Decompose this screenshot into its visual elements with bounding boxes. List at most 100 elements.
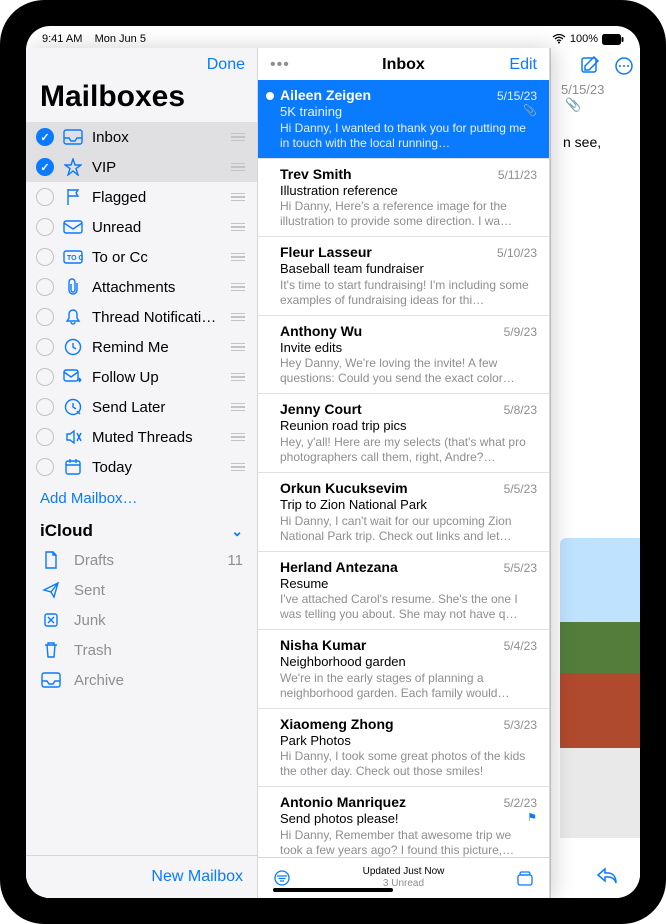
- message-row[interactable]: Anthony Wu 5/9/23 Invite edits Hey Danny…: [258, 316, 549, 395]
- reorder-handle[interactable]: [231, 191, 247, 204]
- mailbox-label: Attachments: [92, 279, 223, 296]
- edit-button[interactable]: Edit: [509, 56, 537, 74]
- message-subject: Illustration reference: [280, 183, 537, 199]
- select-circle[interactable]: [36, 368, 54, 386]
- message-sender: Orkun Kucuksevim: [280, 480, 408, 496]
- reorder-handle[interactable]: [231, 431, 247, 444]
- message-row[interactable]: Orkun Kucuksevim 5/5/23 Trip to Zion Nat…: [258, 473, 549, 552]
- attachment-icon: 📎: [523, 104, 537, 117]
- select-circle[interactable]: [36, 248, 54, 266]
- message-preview: Hi Danny, I can't wait for our upcoming …: [280, 514, 537, 544]
- add-mailbox-button[interactable]: Add Mailbox…: [26, 482, 257, 517]
- select-circle[interactable]: [36, 398, 54, 416]
- message-subject: Send photos please!: [280, 811, 537, 827]
- battery-icon: [602, 34, 624, 45]
- message-date: 5/3/23: [504, 718, 537, 732]
- folder-row-sent[interactable]: Sent: [26, 575, 257, 605]
- chevron-down-icon: ⌄: [231, 523, 243, 540]
- clock-icon: [62, 338, 84, 356]
- sendlater-icon: [62, 398, 84, 416]
- folder-row-archive[interactable]: Archive: [26, 665, 257, 695]
- status-time: 9:41 AM: [42, 33, 82, 45]
- message-date: 5/9/23: [504, 325, 537, 339]
- message-subject: Trip to Zion National Park: [280, 497, 537, 513]
- mailbox-row-flagged[interactable]: Flagged: [26, 182, 257, 212]
- mailbox-row-vip[interactable]: VIP: [26, 152, 257, 182]
- message-date: 5/15/23: [497, 89, 537, 103]
- select-circle[interactable]: [36, 338, 54, 356]
- message-row[interactable]: Fleur Lasseur 5/10/23 Baseball team fund…: [258, 237, 549, 316]
- archive-stack-icon[interactable]: [515, 869, 535, 887]
- attached-image[interactable]: [560, 538, 640, 838]
- reorder-handle[interactable]: [231, 221, 247, 234]
- compose-icon[interactable]: [580, 56, 600, 76]
- home-indicator[interactable]: [273, 888, 393, 892]
- message-row[interactable]: Jenny Court 5/8/23 Reunion road trip pic…: [258, 394, 549, 473]
- message-row[interactable]: Nisha Kumar 5/4/23 Neighborhood garden W…: [258, 630, 549, 709]
- select-circle[interactable]: [36, 308, 54, 326]
- folder-row-drafts[interactable]: Drafts 11: [26, 545, 257, 575]
- message-sender: Aileen Zeigen: [280, 87, 371, 103]
- done-button[interactable]: Done: [207, 56, 245, 74]
- mailbox-row-follow-up[interactable]: Follow Up: [26, 362, 257, 392]
- flag-icon: [62, 188, 84, 206]
- message-row[interactable]: 📎 Aileen Zeigen 5/15/23 5K training Hi D…: [258, 80, 549, 159]
- sidebar-title: Mailboxes: [26, 74, 257, 122]
- mailbox-row-unread[interactable]: Unread: [26, 212, 257, 242]
- message-preview: Hi Danny, Here's a reference image for t…: [280, 199, 537, 229]
- message-subject: Invite edits: [280, 340, 537, 356]
- message-date: 5/2/23: [504, 796, 537, 810]
- message-sender: Trev Smith: [280, 166, 352, 182]
- folder-row-junk[interactable]: Junk: [26, 605, 257, 635]
- envelope-icon: [62, 220, 84, 234]
- mailbox-row-send-later[interactable]: Send Later: [26, 392, 257, 422]
- folder-row-trash[interactable]: Trash: [26, 635, 257, 665]
- mailbox-row-thread-notifications[interactable]: Thread Notifications: [26, 302, 257, 332]
- reorder-handle[interactable]: [231, 401, 247, 414]
- account-section-header[interactable]: iCloud⌄: [26, 517, 257, 545]
- folder-label: Sent: [74, 582, 231, 599]
- folder-label: Junk: [74, 612, 231, 629]
- folder-label: Archive: [74, 672, 231, 689]
- mailbox-row-to-or-cc[interactable]: TO CC To or Cc: [26, 242, 257, 272]
- svg-text:TO CC: TO CC: [67, 255, 83, 262]
- reorder-handle[interactable]: [231, 251, 247, 264]
- message-subject: Reunion road trip pics: [280, 418, 537, 434]
- paperclip-icon: [62, 278, 84, 296]
- mailbox-label: Flagged: [92, 189, 223, 206]
- message-row[interactable]: ⚑ Antonio Manriquez 5/2/23 Send photos p…: [258, 787, 549, 857]
- select-circle[interactable]: [36, 278, 54, 296]
- new-mailbox-button[interactable]: New Mailbox: [26, 855, 257, 898]
- reorder-handle[interactable]: [231, 281, 247, 294]
- select-circle[interactable]: [36, 428, 54, 446]
- message-row[interactable]: Trev Smith 5/11/23 Illustration referenc…: [258, 159, 549, 238]
- reorder-handle[interactable]: [231, 371, 247, 384]
- reorder-handle[interactable]: [231, 161, 247, 174]
- mailbox-row-attachments[interactable]: Attachments: [26, 272, 257, 302]
- message-row[interactable]: Herland Antezana 5/5/23 Resume I've atta…: [258, 552, 549, 631]
- more-icon[interactable]: [614, 56, 634, 76]
- mailbox-row-remind-me[interactable]: Remind Me: [26, 332, 257, 362]
- mailbox-label: Inbox: [92, 129, 223, 146]
- list-title: Inbox: [382, 56, 425, 74]
- message-row[interactable]: Xiaomeng Zhong 5/3/23 Park Photos Hi Dan…: [258, 709, 549, 788]
- unread-dot-icon: [266, 92, 274, 100]
- folder-label: Drafts: [74, 552, 215, 569]
- mailbox-row-inbox[interactable]: Inbox: [26, 122, 257, 152]
- reply-icon[interactable]: [596, 866, 618, 884]
- select-circle[interactable]: [36, 188, 54, 206]
- reorder-handle[interactable]: [231, 341, 247, 354]
- select-circle[interactable]: [36, 218, 54, 236]
- mailbox-row-today[interactable]: Today: [26, 452, 257, 482]
- select-circle[interactable]: [36, 458, 54, 476]
- filter-icon[interactable]: [272, 870, 292, 886]
- mailbox-row-muted-threads[interactable]: Muted Threads: [26, 422, 257, 452]
- mailbox-label: To or Cc: [92, 249, 223, 266]
- reorder-handle[interactable]: [231, 461, 247, 474]
- column-menu-icon[interactable]: •••: [270, 56, 290, 74]
- select-circle[interactable]: [36, 128, 54, 146]
- reorder-handle[interactable]: [231, 131, 247, 144]
- reorder-handle[interactable]: [231, 311, 247, 324]
- flag-icon: ⚑: [527, 811, 537, 824]
- select-circle[interactable]: [36, 158, 54, 176]
